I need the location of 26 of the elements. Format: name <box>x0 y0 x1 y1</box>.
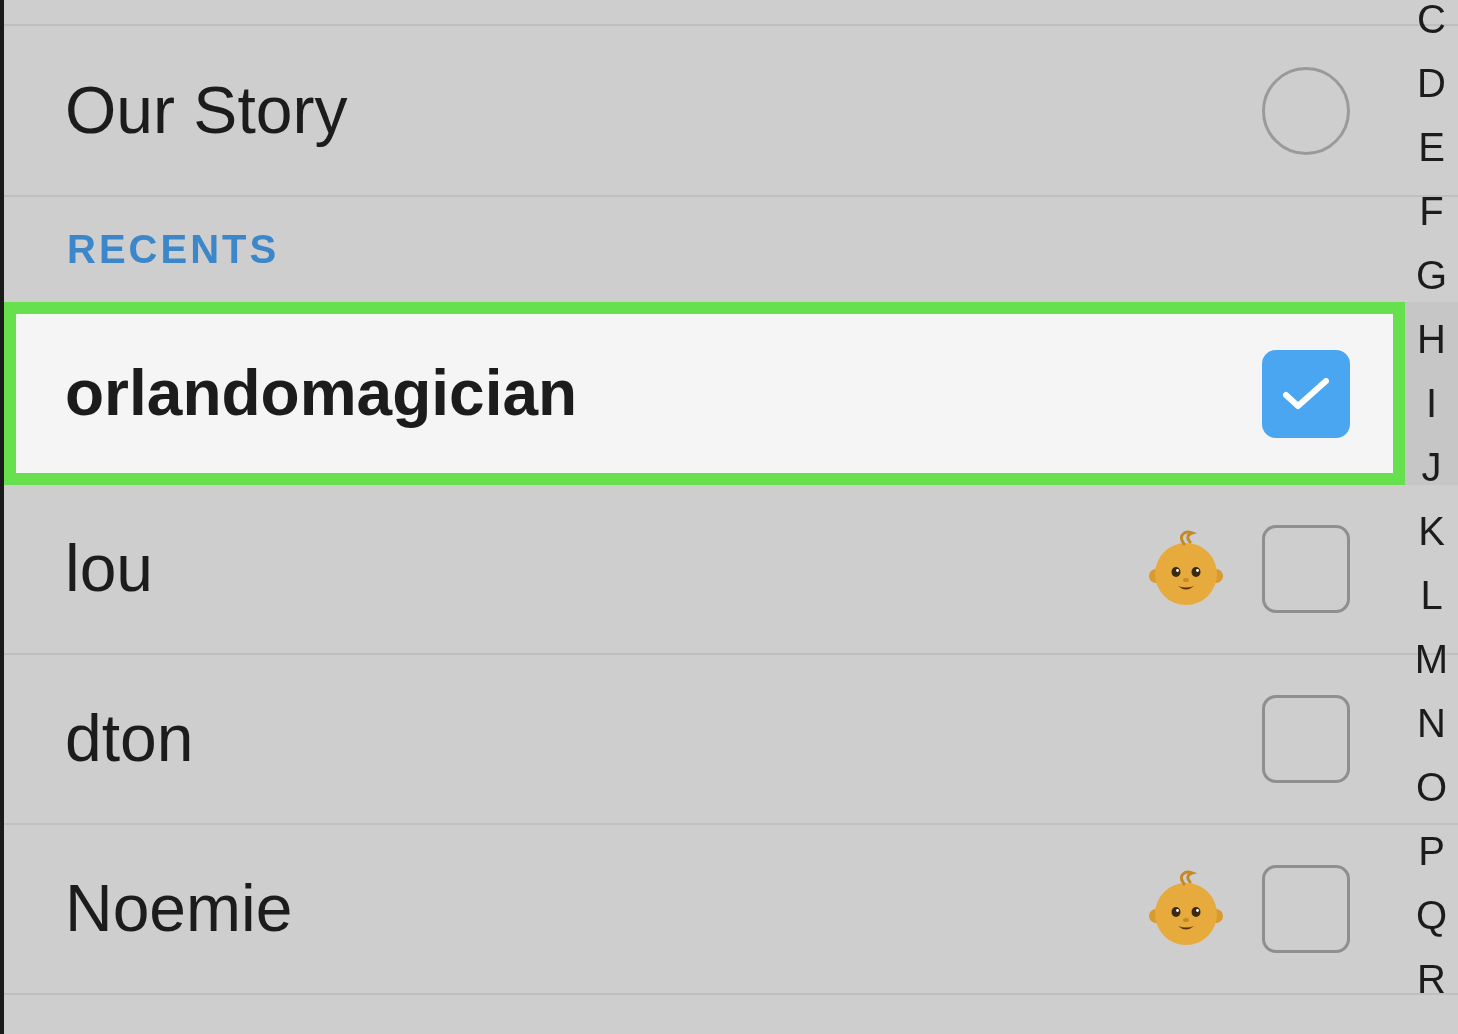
index-letter[interactable]: L <box>1420 575 1443 615</box>
checkbox[interactable] <box>1262 525 1350 613</box>
checkbox[interactable] <box>1262 695 1350 783</box>
friend-name: Noemie <box>65 871 294 947</box>
index-letter[interactable]: N <box>1417 703 1446 743</box>
round-checkbox[interactable] <box>1262 66 1350 155</box>
index-letter[interactable]: K <box>1418 511 1445 551</box>
section-heading: RECENTS <box>67 227 280 272</box>
index-letter[interactable]: O <box>1415 767 1448 807</box>
checkmark-icon <box>1283 377 1329 410</box>
index-letter[interactable]: Q <box>1415 895 1448 935</box>
index-letter[interactable]: I <box>1425 383 1438 423</box>
index-letter[interactable]: G <box>1415 255 1448 295</box>
story-name: Our Story <box>65 72 349 149</box>
index-letter[interactable]: E <box>1418 127 1445 167</box>
friend-name: orlandomagician <box>65 356 579 431</box>
friend-name: lou <box>65 531 155 607</box>
index-letter[interactable]: J <box>1421 447 1442 487</box>
index-letter[interactable]: D <box>1417 63 1446 103</box>
index-letter[interactable]: H <box>1417 319 1446 359</box>
checkbox[interactable] <box>1262 349 1350 438</box>
index-letter[interactable]: P <box>1418 831 1445 871</box>
index-letter[interactable]: F <box>1419 191 1444 231</box>
index-letter[interactable]: C <box>1417 0 1446 39</box>
friend-name: dton <box>65 701 195 777</box>
checkbox[interactable] <box>1262 865 1350 953</box>
